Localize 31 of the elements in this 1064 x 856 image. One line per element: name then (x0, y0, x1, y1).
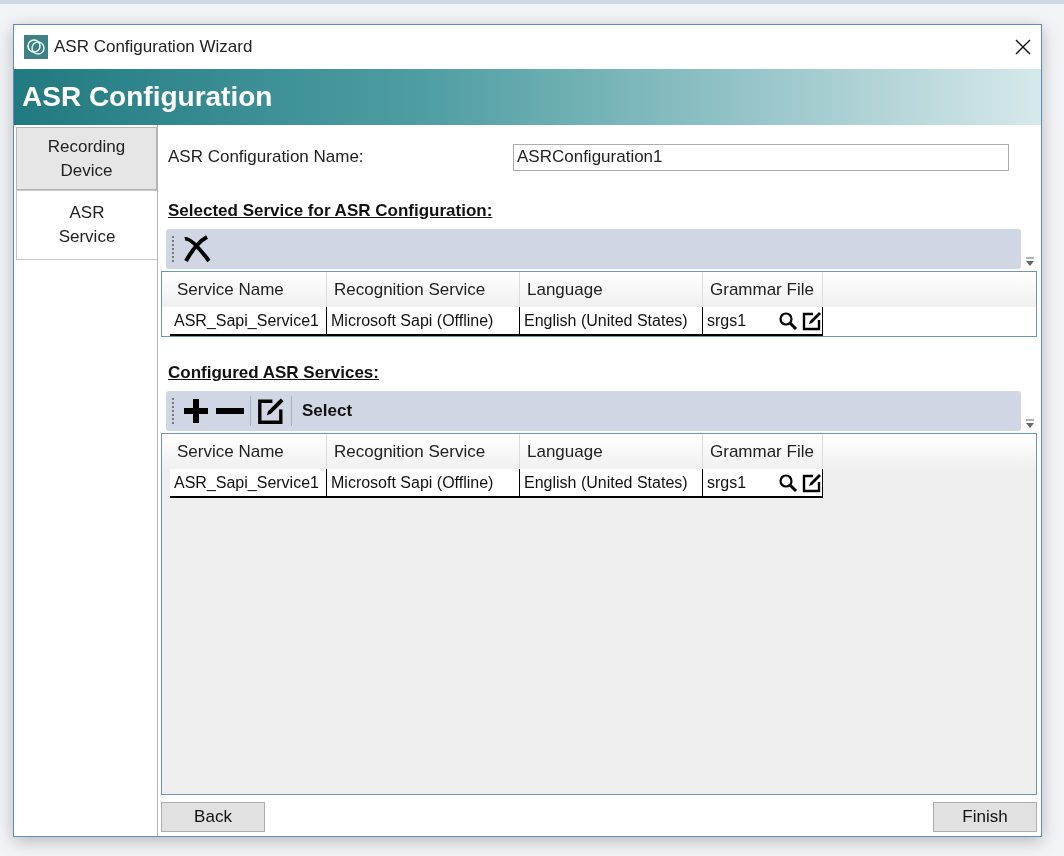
search-icon[interactable] (778, 472, 798, 493)
plus-icon[interactable] (182, 397, 210, 425)
app-icon (24, 35, 48, 59)
select-button[interactable]: Select (298, 401, 357, 421)
overflow-icon[interactable] (1025, 257, 1035, 267)
edit-icon[interactable] (802, 310, 822, 331)
table-cell: English (United States) (520, 307, 703, 336)
table-cell: Microsoft Sapi (Offline) (327, 307, 520, 336)
edit-icon[interactable] (257, 397, 285, 425)
close-icon[interactable] (182, 235, 212, 263)
section-heading: Configured ASR Services: (168, 363, 380, 383)
sidebar-tab[interactable]: ASR Service (16, 190, 157, 260)
window-title: ASR Configuration Wizard (54, 37, 254, 57)
section-heading: Selected Service for ASR Configuration: (168, 201, 494, 221)
table-cell: English (United States) (520, 469, 703, 498)
cell-text: srgs1 (707, 473, 748, 492)
close-icon[interactable] (1015, 39, 1031, 55)
table-cell: ASR_Sapi_Service1 (170, 307, 327, 336)
sidebar-tab[interactable]: Recording Device (16, 127, 157, 190)
overflow-icon[interactable] (1025, 419, 1035, 429)
table-cell: ASR_Sapi_Service1 (170, 469, 327, 498)
search-icon[interactable] (778, 310, 798, 331)
back-button[interactable]: Back (161, 802, 265, 832)
field-label: ASR Configuration Name: (168, 147, 365, 167)
header-title: ASR Configuration (22, 81, 273, 113)
minus-icon[interactable] (216, 407, 244, 415)
cell-text: srgs1 (707, 311, 748, 330)
edit-icon[interactable] (802, 472, 822, 493)
table-cell: Microsoft Sapi (Offline) (327, 469, 520, 498)
input-field[interactable]: ASRConfiguration1 (513, 143, 1009, 171)
finish-button[interactable]: Finish (933, 802, 1037, 832)
